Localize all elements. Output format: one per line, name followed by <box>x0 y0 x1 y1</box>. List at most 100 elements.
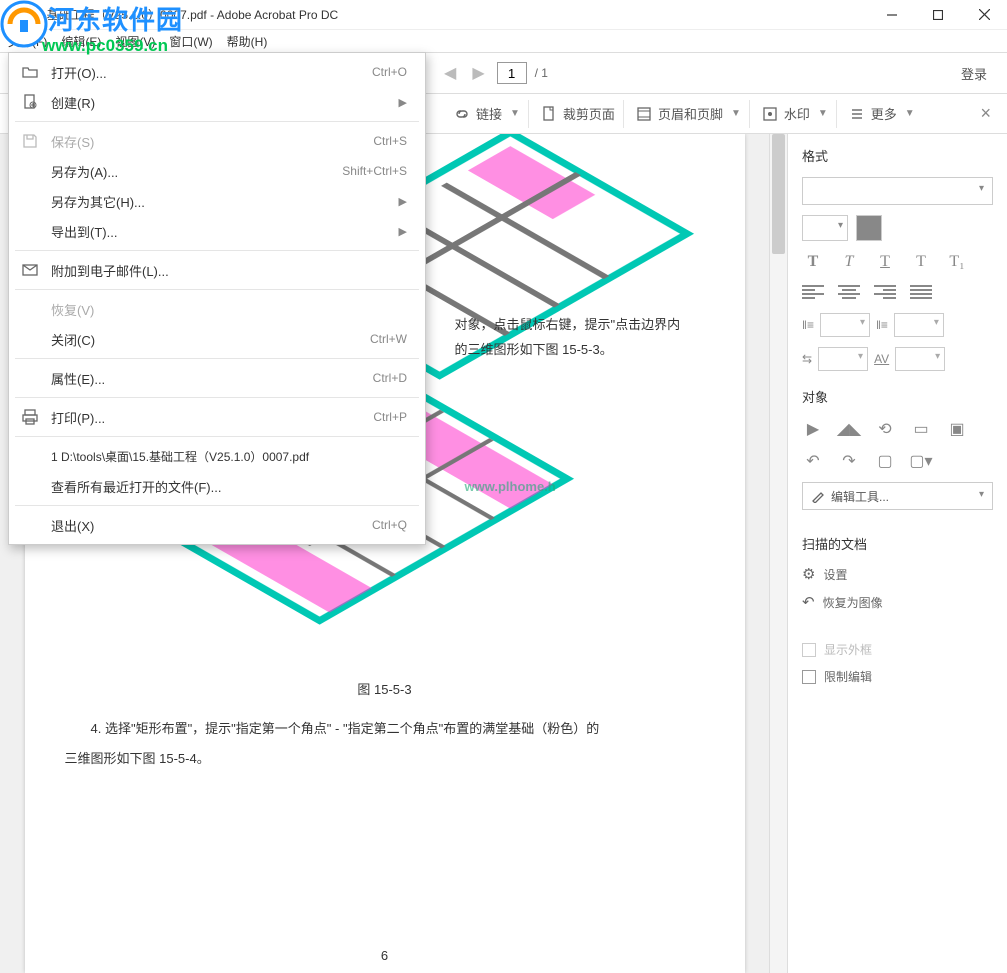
menu-export-label: 导出到(T)... <box>41 222 399 241</box>
undo-icon: ↶ <box>802 593 815 611</box>
settings-label: 设置 <box>823 566 847 583</box>
menu-edit[interactable]: 编辑(E) <box>61 33 101 50</box>
scanned-title: 扫描的文档 <box>802 534 993 553</box>
menu-item-view-recent[interactable]: 查看所有最近打开的文件(F)... <box>9 471 425 501</box>
close-button[interactable] <box>961 0 1007 30</box>
underline-icon[interactable]: T <box>874 251 896 273</box>
file-menu-dropdown: 打开(O)... Ctrl+O 创建(R) ▶ 保存(S) Ctrl+S 另存为… <box>8 52 426 545</box>
menu-print-shortcut: Ctrl+P <box>373 410 407 424</box>
menu-item-exit[interactable]: 退出(X) Ctrl+Q <box>9 510 425 540</box>
login-link[interactable]: 登录 <box>961 64 987 83</box>
menu-item-save-as-other[interactable]: 另存为其它(H)... ▶ <box>9 186 425 216</box>
italic-icon[interactable]: T <box>838 251 860 273</box>
flip-v-icon[interactable]: ◢◣ <box>838 418 860 440</box>
menu-item-print[interactable]: 打印(P)... Ctrl+P <box>9 402 425 432</box>
menu-file[interactable]: 文件(F) <box>8 33 47 50</box>
crop-object-icon[interactable]: ▭ <box>910 418 932 440</box>
menu-window[interactable]: 窗口(W) <box>169 33 212 50</box>
maximize-button[interactable] <box>915 0 961 30</box>
superscript-icon[interactable]: T <box>910 251 932 273</box>
subscript-icon[interactable]: T₁ <box>946 251 968 273</box>
vertical-scrollbar[interactable] <box>769 134 787 973</box>
prev-page-icon[interactable]: ◀ <box>440 63 460 83</box>
menu-help[interactable]: 帮助(H) <box>227 33 268 50</box>
bold-icon[interactable]: T <box>802 251 824 273</box>
rotate-left-icon[interactable]: ↶ <box>802 450 824 472</box>
create-icon <box>19 93 41 111</box>
doc-watermark: www.plhome.h <box>465 479 556 494</box>
font-family-select[interactable] <box>802 177 993 205</box>
horizontal-scale-icon: ⇆ <box>802 352 812 366</box>
line-spacing-input[interactable] <box>820 313 870 337</box>
restore-image-row[interactable]: ↶ 恢复为图像 <box>802 593 993 611</box>
settings-row[interactable]: ⚙ 设置 <box>802 565 993 583</box>
menu-item-open[interactable]: 打开(O)... Ctrl+O <box>9 57 425 87</box>
align-left-icon[interactable] <box>802 285 824 301</box>
menu-view[interactable]: 视图(V) <box>115 33 155 50</box>
doc-text-2: 的三维图形如下图 15-5-3。 <box>455 339 613 358</box>
menu-item-save: 保存(S) Ctrl+S <box>9 126 425 156</box>
scrollbar-thumb[interactable] <box>772 134 785 254</box>
menu-email-label: 附加到电子邮件(L)... <box>41 261 407 280</box>
rotate-right-icon[interactable]: ↷ <box>838 450 860 472</box>
more-tool[interactable]: 更多 ▼ <box>841 100 923 128</box>
more-label: 更多 <box>871 104 897 123</box>
header-footer-tool[interactable]: 页眉和页脚 ▼ <box>628 100 750 128</box>
limit-edit-checkbox[interactable] <box>802 670 816 684</box>
menu-properties-shortcut: Ctrl+D <box>373 371 407 385</box>
replace-image-icon[interactable]: ▢ <box>874 450 896 472</box>
folder-open-icon <box>19 63 41 81</box>
menu-revert-label: 恢复(V) <box>41 300 407 319</box>
text-style-row: T T T T T₁ <box>802 251 993 273</box>
menu-item-recent-1[interactable]: 1 D:\tools\桌面\15.基础工程（V25.1.0）0007.pdf <box>9 441 425 471</box>
link-tool[interactable]: 链接 ▼ <box>446 100 529 128</box>
gear-icon: ⚙ <box>802 565 815 583</box>
align-right-icon[interactable] <box>874 285 896 301</box>
menu-item-attach-email[interactable]: 附加到电子邮件(L)... <box>9 255 425 285</box>
hscale-input[interactable] <box>818 347 868 371</box>
next-page-icon[interactable]: ▶ <box>468 63 488 83</box>
menu-item-properties[interactable]: 属性(E)... Ctrl+D <box>9 363 425 393</box>
chevron-down-icon: ▼ <box>816 108 828 119</box>
menu-item-close[interactable]: 关闭(C) Ctrl+W <box>9 324 425 354</box>
flip-h-icon[interactable]: ▶ <box>802 418 824 440</box>
pencil-icon <box>811 489 825 503</box>
edit-tools-label: 编辑工具... <box>831 488 889 505</box>
header-footer-label: 页眉和页脚 <box>658 104 723 123</box>
char-spacing-input[interactable] <box>895 347 945 371</box>
email-icon <box>19 261 41 279</box>
align-center-icon[interactable] <box>838 285 860 301</box>
crop-tool[interactable]: 裁剪页面 <box>533 100 624 128</box>
show-bbox-label: 显示外框 <box>824 641 872 658</box>
chevron-down-icon: ▼ <box>508 108 520 119</box>
save-icon <box>19 132 41 150</box>
menu-item-create[interactable]: 创建(R) ▶ <box>9 87 425 117</box>
crop-label: 裁剪页面 <box>563 104 615 123</box>
toolbar-close-icon[interactable]: × <box>974 103 997 124</box>
text-color-swatch[interactable] <box>856 215 882 241</box>
align-objects-icon[interactable]: ▢▾ <box>910 450 932 472</box>
menu-create-label: 创建(R) <box>41 93 399 112</box>
minimize-button[interactable] <box>869 0 915 30</box>
show-bbox-checkbox[interactable] <box>802 643 816 657</box>
arrange-icon[interactable]: ▣ <box>946 418 968 440</box>
page-number-label: 6 <box>381 948 388 963</box>
paragraph-spacing-icon: ‖≡ <box>876 318 888 332</box>
doc-text-1: 对象，点击鼠标右键，提示"点击边界内 <box>455 314 681 333</box>
rotate-ccw-icon[interactable]: ⟲ <box>874 418 896 440</box>
menu-item-save-as[interactable]: 另存为(A)... Shift+Ctrl+S <box>9 156 425 186</box>
watermark-tool[interactable]: 水印 ▼ <box>754 100 837 128</box>
menu-close-shortcut: Ctrl+W <box>370 332 407 346</box>
font-size-select[interactable] <box>802 215 848 241</box>
align-justify-icon[interactable] <box>910 285 932 301</box>
edit-tools-select[interactable]: 编辑工具... <box>802 482 993 510</box>
menu-exit-shortcut: Ctrl+Q <box>372 518 407 532</box>
paragraph-spacing-input[interactable] <box>894 313 944 337</box>
limit-edit-label: 限制编辑 <box>824 668 872 685</box>
link-icon <box>454 106 470 122</box>
paragraph-4: 4. 选择"矩形布置"，提示"指定第一个角点" - "指定第二个角点"布置的满堂… <box>65 716 705 742</box>
menu-item-export[interactable]: 导出到(T)... ▶ <box>9 216 425 246</box>
format-title: 格式 <box>802 146 993 165</box>
page-number-input[interactable] <box>497 62 527 84</box>
print-icon <box>19 408 41 426</box>
